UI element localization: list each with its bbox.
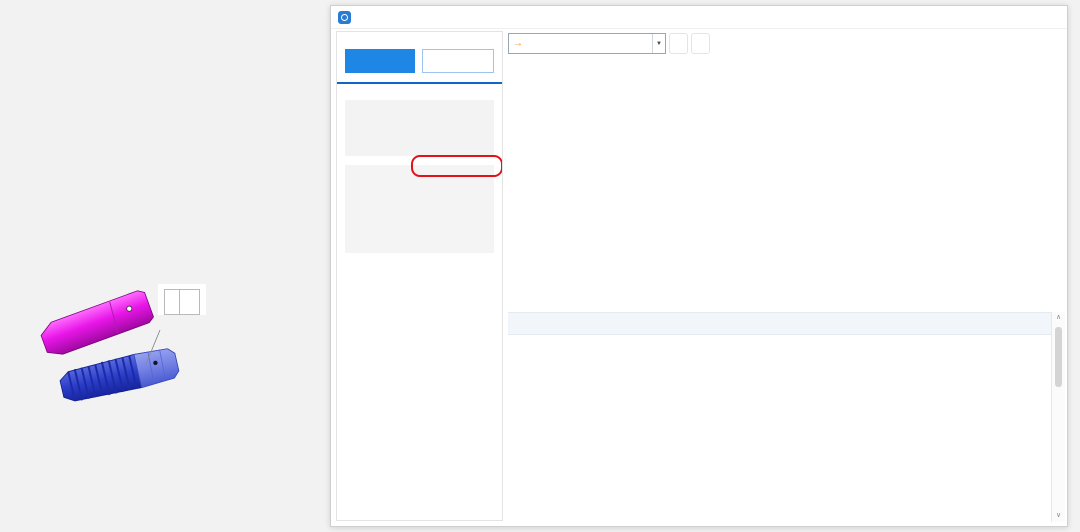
- magenta-pin: [40, 290, 154, 355]
- calculate-button[interactable]: [345, 49, 415, 73]
- scroll-up-icon[interactable]: ∧: [1056, 312, 1061, 324]
- simulation-window: → ▼ ∧ ∨: [330, 5, 1068, 527]
- chart-toolbar: → ▼: [508, 31, 1062, 56]
- blue-pin: [59, 348, 180, 402]
- prev-measurement-button[interactable]: [669, 33, 688, 54]
- app-logo-icon: [338, 10, 351, 24]
- measurement-select[interactable]: → ▼: [508, 33, 666, 54]
- measurement-description-box: [345, 100, 494, 156]
- feature-control-frame: [164, 289, 200, 315]
- title-bar: [331, 6, 1067, 29]
- maximize-button[interactable]: [1011, 8, 1037, 26]
- gdt-callout: [158, 284, 206, 315]
- analyze-button[interactable]: [422, 49, 494, 73]
- table-scrollbar[interactable]: ∧ ∨: [1051, 312, 1065, 522]
- dimension-callout: [164, 286, 200, 287]
- minimize-button[interactable]: [985, 8, 1011, 26]
- annotation-text: [36, 36, 330, 88]
- chevron-down-icon: ▼: [652, 34, 665, 53]
- screenshot-canvas: → ▼ ∧ ∨: [0, 0, 1080, 532]
- next-measurement-button[interactable]: [691, 33, 710, 54]
- measurement-arrow-icon: →: [513, 38, 523, 49]
- histogram-area: [508, 56, 1066, 312]
- scroll-down-icon[interactable]: ∨: [1056, 510, 1061, 522]
- simulation-parameters-panel: [336, 31, 503, 521]
- scrollbar-thumb[interactable]: [1055, 327, 1062, 387]
- divider: [337, 82, 502, 84]
- close-button[interactable]: [1037, 8, 1063, 26]
- table-header-row: [508, 312, 1052, 335]
- measured-features-box: [345, 165, 494, 253]
- histogram-chart: [508, 56, 1066, 312]
- contribution-table: ∧ ∨: [508, 312, 1065, 522]
